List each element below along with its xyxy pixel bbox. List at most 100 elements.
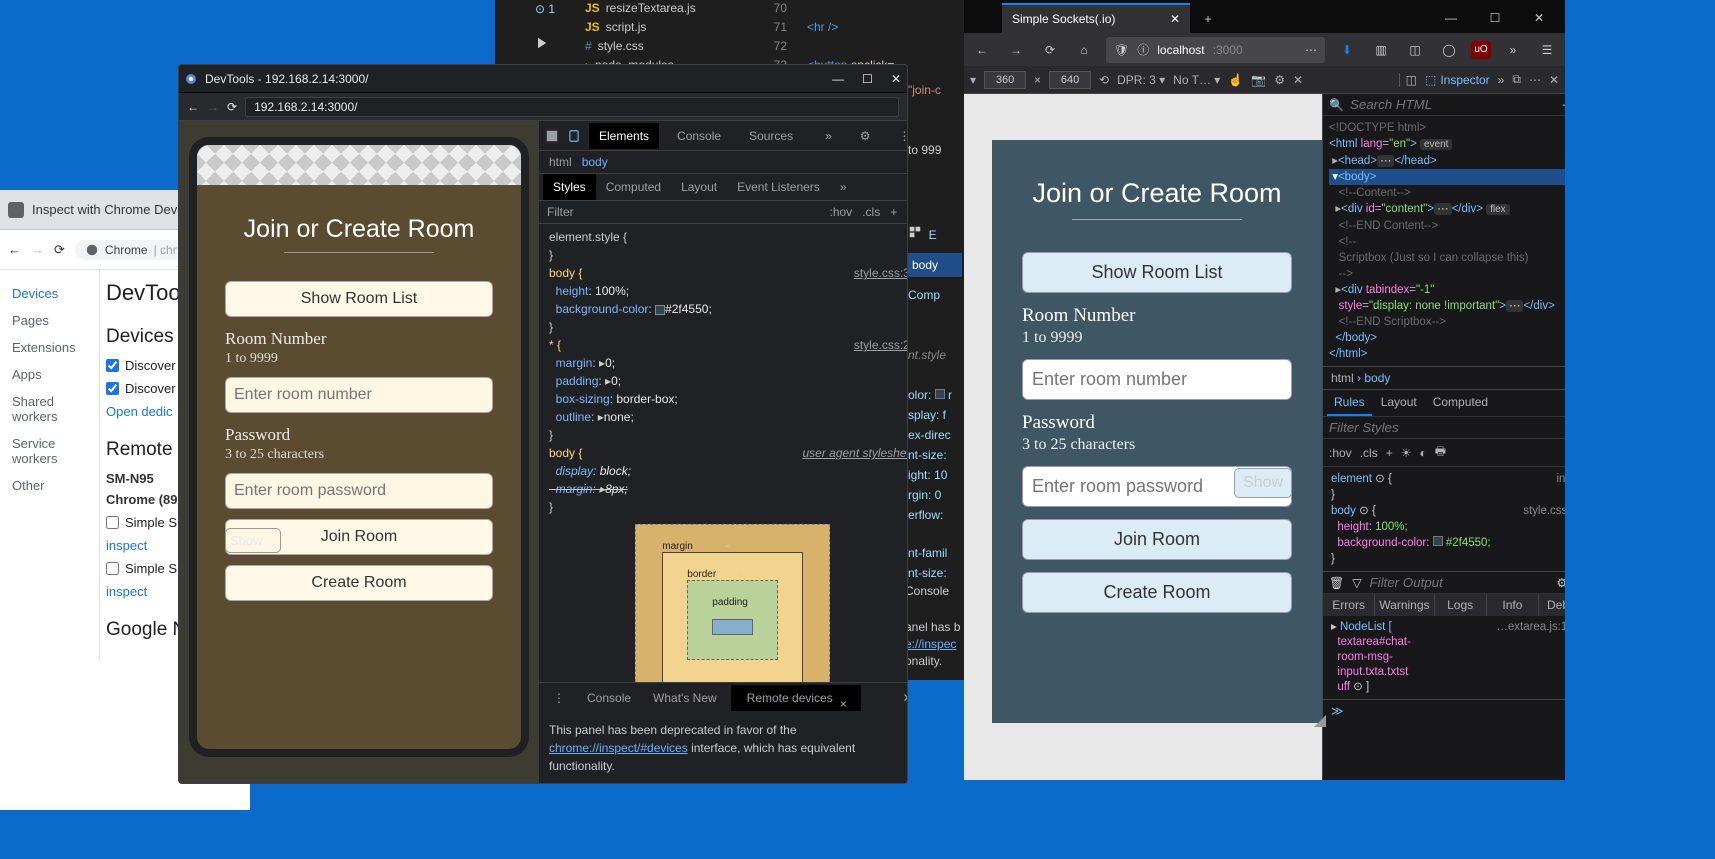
print-icon[interactable]: 🖶: [1435, 442, 1446, 463]
minimize-icon[interactable]: —: [832, 72, 844, 86]
forward-icon[interactable]: →: [1004, 43, 1028, 57]
subtab-styles[interactable]: Styles: [543, 174, 596, 200]
browser-tab[interactable]: Simple Sockets(.io) ✕: [1002, 3, 1190, 33]
touch-icon[interactable]: ☝: [1228, 73, 1243, 87]
drawer-menu-icon[interactable]: ⋮: [545, 685, 573, 711]
add-icon[interactable]: +: [1562, 98, 1565, 112]
sidebar-item-pages[interactable]: Pages: [0, 307, 99, 334]
cls-toggle[interactable]: .cls: [1360, 446, 1378, 460]
throttle-select[interactable]: No T… ▾: [1173, 73, 1220, 87]
devtools-close-icon[interactable]: ✕: [1549, 73, 1559, 87]
forward-icon[interactable]: →: [31, 242, 44, 257]
tab-inspector[interactable]: ⬚ Inspector: [1425, 73, 1490, 87]
close-icon[interactable]: ✕: [1517, 3, 1561, 33]
back-icon[interactable]: ←: [970, 43, 994, 57]
room-number-input[interactable]: [1022, 359, 1292, 400]
maximize-icon[interactable]: ☐: [1473, 3, 1517, 33]
add-rule-icon[interactable]: +: [1386, 446, 1393, 460]
tab-logs[interactable]: Logs: [1435, 594, 1487, 616]
back-icon[interactable]: ←: [187, 100, 199, 114]
devtools-dock-icon[interactable]: ◫: [1399, 73, 1417, 87]
trash-icon[interactable]: 🗑: [1329, 576, 1344, 590]
hov-toggle[interactable]: :hov: [830, 205, 853, 219]
light-icon[interactable]: ☀: [1401, 446, 1412, 460]
run-icon[interactable]: [532, 34, 550, 55]
chrome-inspect-link[interactable]: chrome://inspect/#devices: [549, 741, 688, 755]
minimize-icon[interactable]: —: [1429, 3, 1473, 33]
subtab-layout[interactable]: Layout: [671, 174, 727, 200]
sidebar-item-extensions[interactable]: Extensions: [0, 334, 99, 361]
tab-debug[interactable]: Debug: [1539, 594, 1565, 616]
file-item[interactable]: JS resizeTextarea.js: [585, 0, 696, 17]
close-icon[interactable]: ✕: [891, 72, 901, 86]
filter-styles-input[interactable]: [1329, 420, 1565, 435]
add-rule-icon[interactable]: +: [890, 205, 897, 219]
home-icon[interactable]: ⌂: [1072, 43, 1096, 57]
password-input[interactable]: [225, 473, 493, 509]
show-room-list-button[interactable]: Show Room List: [225, 281, 493, 317]
hov-toggle[interactable]: :hov: [1329, 446, 1352, 460]
dark-icon[interactable]: ◐: [1419, 446, 1426, 460]
library-icon[interactable]: ▥: [1369, 43, 1393, 57]
page-actions-icon[interactable]: ⋯: [1305, 43, 1317, 57]
subtab-computed[interactable]: Computed: [596, 174, 671, 200]
account-icon[interactable]: ◯: [1437, 43, 1461, 57]
more-icon[interactable]: »: [1498, 73, 1505, 87]
devtools-menu-icon[interactable]: ⋯: [1529, 73, 1541, 87]
dpr-select[interactable]: DPR: 3 ▾: [1117, 73, 1165, 87]
create-room-button[interactable]: Create Room: [1022, 572, 1292, 613]
search-html-input[interactable]: [1350, 97, 1556, 112]
subtab-events[interactable]: Event Listeners: [727, 174, 830, 200]
file-item[interactable]: # style.css: [585, 36, 696, 55]
overflow-icon[interactable]: »: [1501, 43, 1525, 57]
more-tabs-icon[interactable]: »: [815, 123, 842, 149]
url-field[interactable]: 192.168.2.14:3000/: [245, 97, 899, 117]
resize-handle[interactable]: [1314, 715, 1326, 727]
more-icon[interactable]: »: [830, 174, 857, 200]
settings-icon[interactable]: ⚙: [1556, 576, 1565, 590]
inspect-link[interactable]: inspect: [106, 584, 147, 599]
breadcrumb[interactable]: html › body: [1323, 366, 1565, 390]
forward-icon[interactable]: →: [207, 100, 219, 114]
join-room-button[interactable]: Join Room: [1022, 519, 1292, 560]
tab-console[interactable]: Console: [667, 123, 731, 149]
tab-sources[interactable]: Sources: [739, 123, 803, 149]
device-select[interactable]: ▾: [970, 73, 976, 87]
tab-warnings[interactable]: Warnings: [1375, 594, 1434, 616]
cls-toggle[interactable]: .cls: [862, 205, 880, 219]
create-room-button[interactable]: Create Room: [225, 565, 493, 601]
reload-icon[interactable]: ⟳: [227, 100, 237, 114]
tab-layout[interactable]: Layout: [1374, 390, 1424, 416]
rdm-height[interactable]: [1049, 71, 1091, 89]
file-item[interactable]: JS script.js: [585, 17, 696, 36]
tab-info[interactable]: Info: [1487, 594, 1539, 616]
tab-elements[interactable]: Elements: [589, 123, 659, 149]
menu-icon[interactable]: ☰: [1535, 43, 1559, 57]
tab-remote-devices[interactable]: Remote devices ×: [731, 685, 861, 711]
url-bar[interactable]: 🛡 ⓘ localhost:3000 ⋯: [1106, 37, 1325, 63]
show-password-toggle[interactable]: Show: [1234, 468, 1292, 498]
tab-rules[interactable]: Rules: [1327, 390, 1372, 416]
settings-icon[interactable]: ⚙: [850, 123, 881, 149]
new-tab-icon[interactable]: +: [1194, 5, 1222, 33]
css-rules[interactable]: inlineelement ⊙ { } style.css:30body ⊙ {…: [1323, 467, 1565, 571]
console-prompt[interactable]: ≫: [1323, 699, 1565, 722]
rdm-width[interactable]: [984, 71, 1026, 89]
drawer-close-icon[interactable]: ✕: [894, 685, 908, 711]
rdm-close-icon[interactable]: ✕: [1293, 73, 1303, 87]
sidebar-item-shared[interactable]: Shared workers: [0, 388, 99, 430]
tab-whatsnew[interactable]: What's New: [645, 685, 725, 711]
open-dedicated-link[interactable]: Open dedic: [106, 404, 173, 419]
downloads-icon[interactable]: ⬇: [1335, 43, 1359, 57]
inspect-link[interactable]: inspect: [106, 538, 147, 553]
sidebar-item-devices[interactable]: Devices: [0, 280, 99, 307]
sidebar-item-service[interactable]: Service workers: [0, 430, 99, 472]
ublock-icon[interactable]: uO: [1471, 41, 1491, 59]
show-password-toggle[interactable]: Show: [225, 528, 281, 553]
close-tab-icon[interactable]: ✕: [1170, 12, 1180, 26]
show-room-list-button[interactable]: Show Room List: [1022, 252, 1292, 293]
inspect-icon[interactable]: [545, 129, 559, 143]
dom-path[interactable]: html body: [539, 151, 908, 174]
screenshot-icon[interactable]: 📷: [1251, 73, 1266, 87]
reload-icon[interactable]: ⟳: [54, 242, 65, 258]
